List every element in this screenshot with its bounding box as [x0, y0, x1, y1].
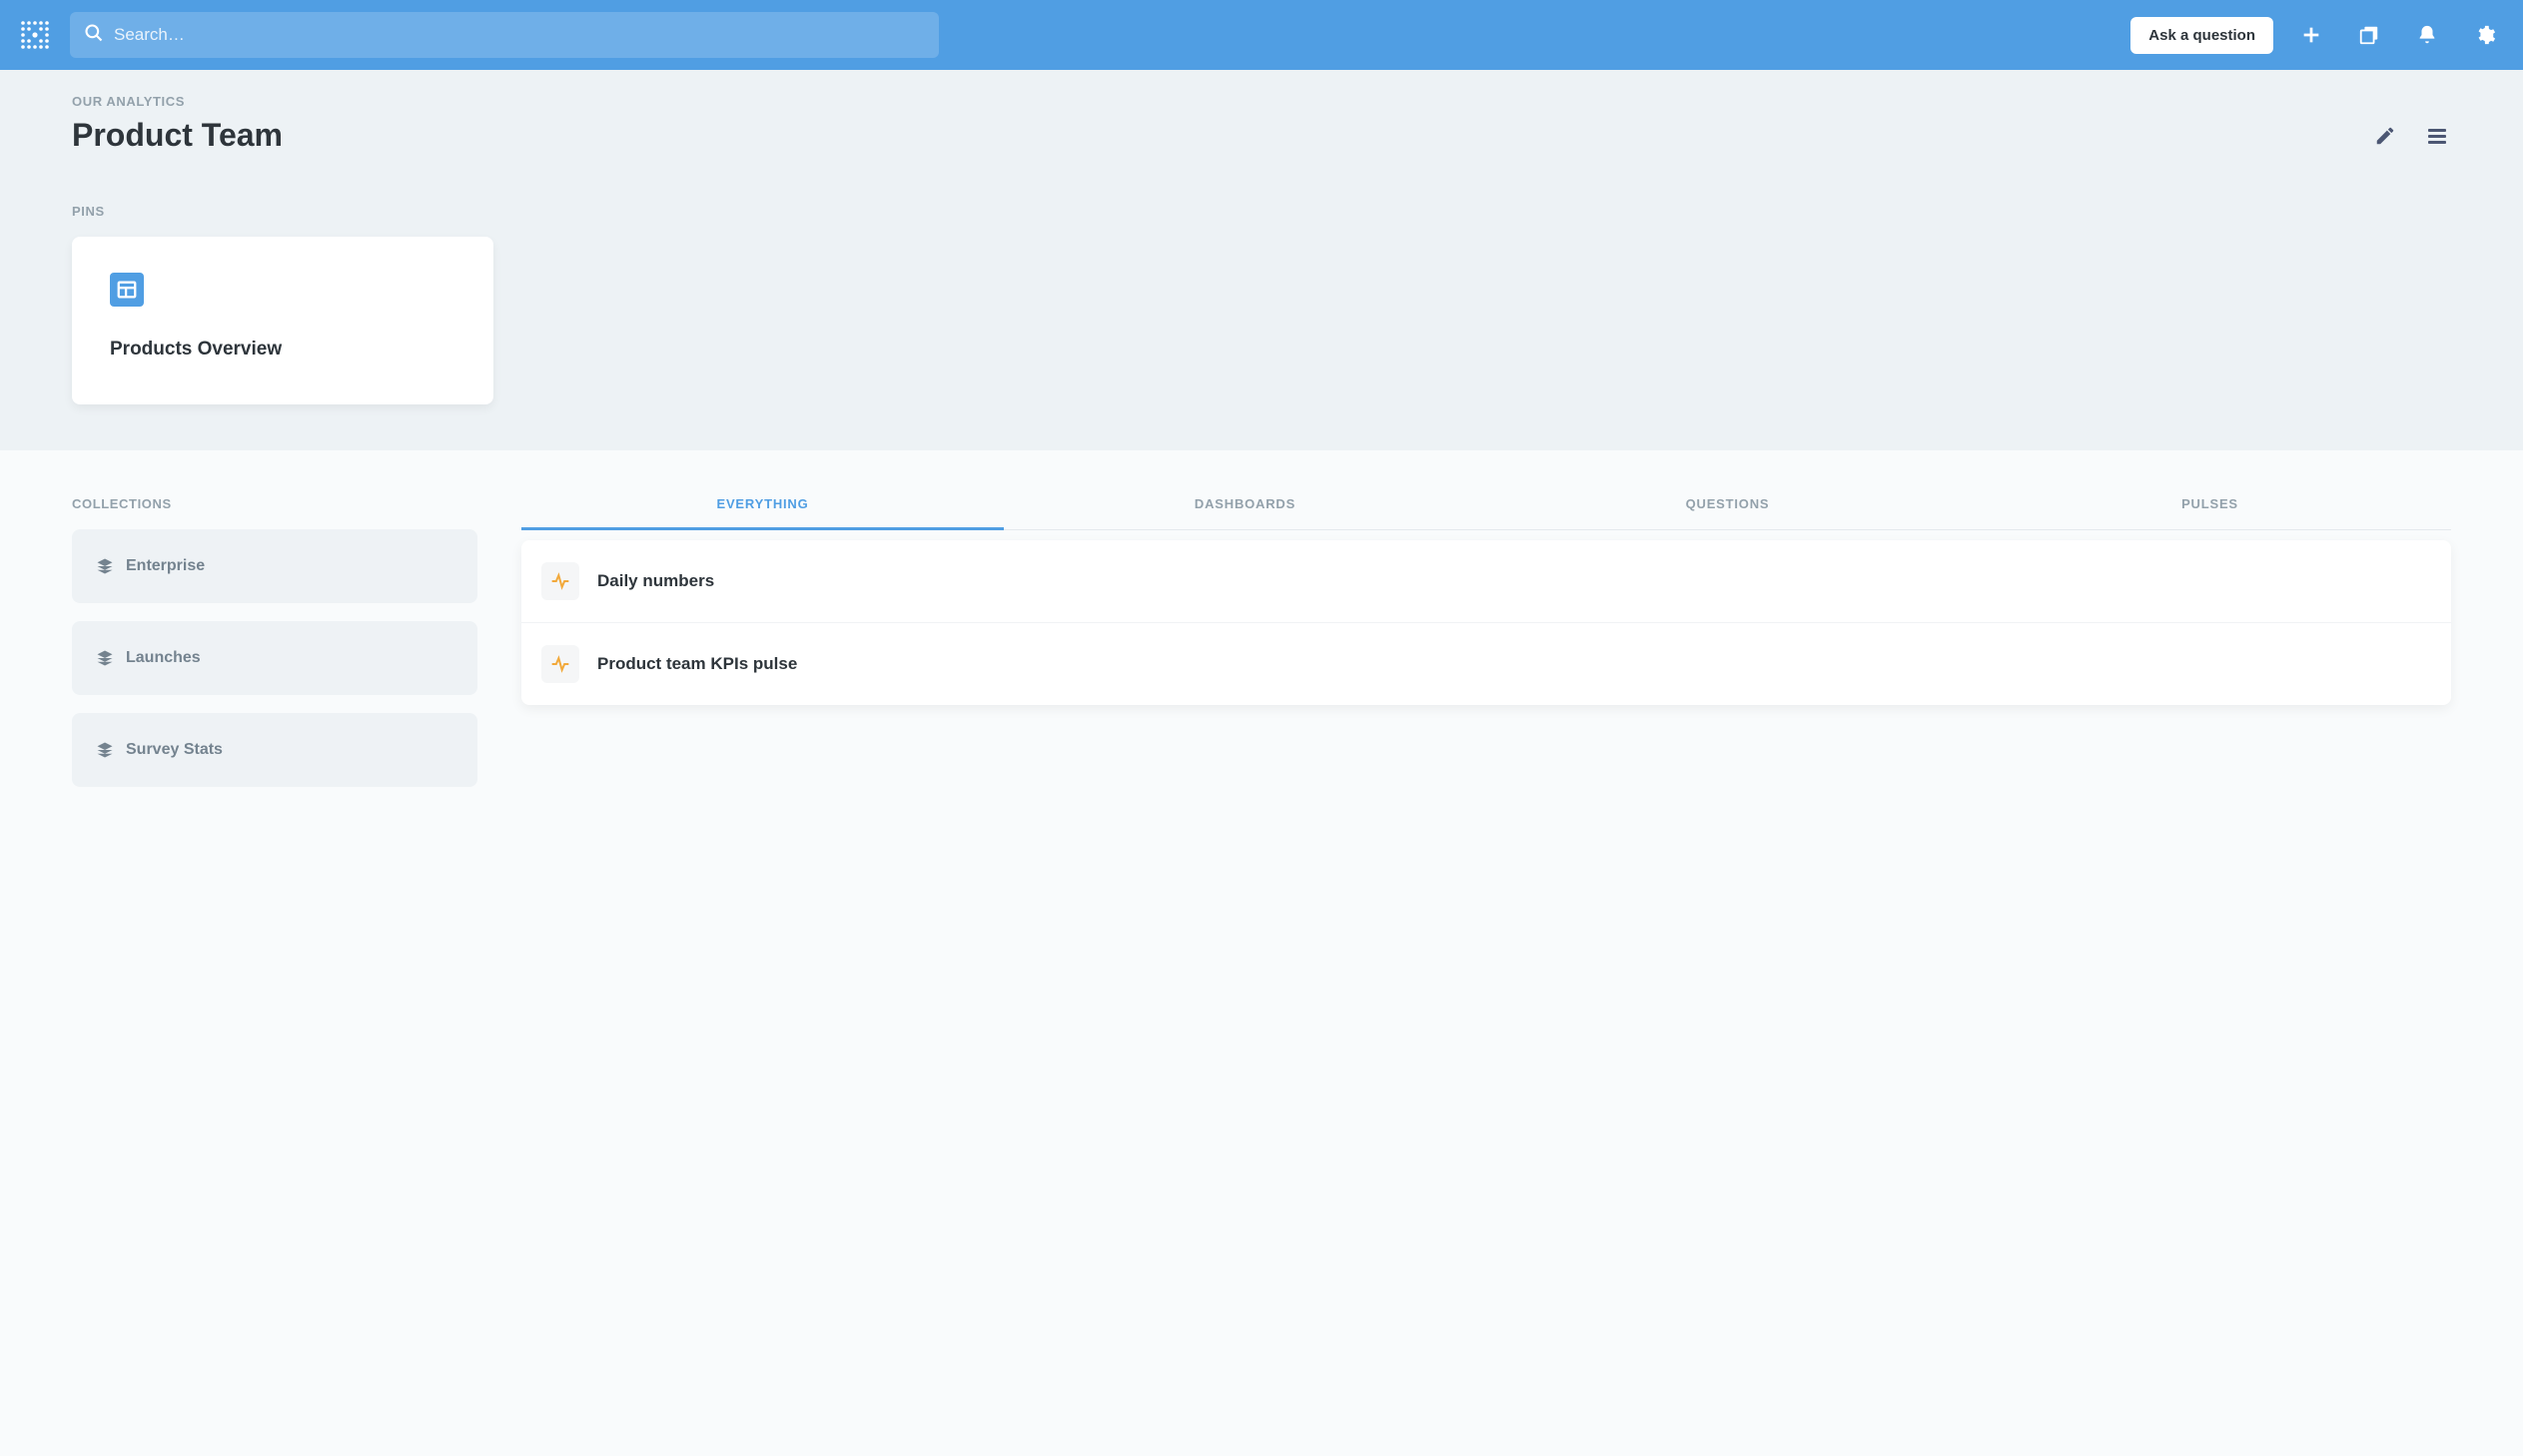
- collection-name: Survey Stats: [126, 741, 223, 759]
- item-title: Daily numbers: [597, 571, 714, 591]
- collections-sidebar: COLLECTIONS Enterprise Launches Survey S…: [72, 496, 477, 787]
- upper-section: OUR ANALYTICS Product Team PINS Products…: [0, 70, 2523, 450]
- search-input[interactable]: [114, 25, 925, 45]
- search-container[interactable]: [70, 12, 939, 58]
- collection-name: Launches: [126, 649, 201, 667]
- notifications-icon[interactable]: [2407, 15, 2447, 55]
- pin-card[interactable]: Products Overview: [72, 237, 493, 404]
- search-icon: [84, 23, 104, 48]
- app-logo[interactable]: [18, 18, 52, 52]
- dashboard-icon: [110, 273, 144, 307]
- add-button[interactable]: [2291, 15, 2331, 55]
- page-title: Product Team: [72, 117, 283, 154]
- pin-title: Products Overview: [110, 339, 455, 361]
- edit-button[interactable]: [2371, 122, 2399, 150]
- collection-item-launches[interactable]: Launches: [72, 621, 477, 695]
- ask-question-button[interactable]: Ask a question: [2130, 17, 2273, 54]
- list-item[interactable]: Daily numbers: [521, 540, 2451, 623]
- pulse-icon: [541, 562, 579, 600]
- tab-everything[interactable]: EVERYTHING: [521, 496, 1004, 529]
- tab-pulses[interactable]: PULSES: [1969, 496, 2451, 529]
- stack-icon: [96, 649, 114, 667]
- collections-icon[interactable]: [2349, 15, 2389, 55]
- items-column: EVERYTHING DASHBOARDS QUESTIONS PULSES D…: [521, 496, 2451, 787]
- breadcrumb[interactable]: OUR ANALYTICS: [72, 94, 2451, 109]
- tabs: EVERYTHING DASHBOARDS QUESTIONS PULSES: [521, 496, 2451, 530]
- collection-item-enterprise[interactable]: Enterprise: [72, 529, 477, 603]
- stack-icon: [96, 741, 114, 759]
- pins-label: PINS: [72, 204, 2451, 219]
- list-item[interactable]: Product team KPIs pulse: [521, 623, 2451, 705]
- collection-name: Enterprise: [126, 557, 205, 575]
- lower-section: COLLECTIONS Enterprise Launches Survey S…: [0, 450, 2523, 833]
- item-title: Product team KPIs pulse: [597, 654, 797, 674]
- pulse-icon: [541, 645, 579, 683]
- collections-label: COLLECTIONS: [72, 496, 477, 511]
- settings-icon[interactable]: [2465, 15, 2505, 55]
- collection-item-survey-stats[interactable]: Survey Stats: [72, 713, 477, 787]
- tab-dashboards[interactable]: DASHBOARDS: [1004, 496, 1486, 529]
- menu-button[interactable]: [2423, 122, 2451, 150]
- tab-questions[interactable]: QUESTIONS: [1486, 496, 1969, 529]
- stack-icon: [96, 557, 114, 575]
- topbar: Ask a question: [0, 0, 2523, 70]
- items-list: Daily numbers Product team KPIs pulse: [521, 540, 2451, 705]
